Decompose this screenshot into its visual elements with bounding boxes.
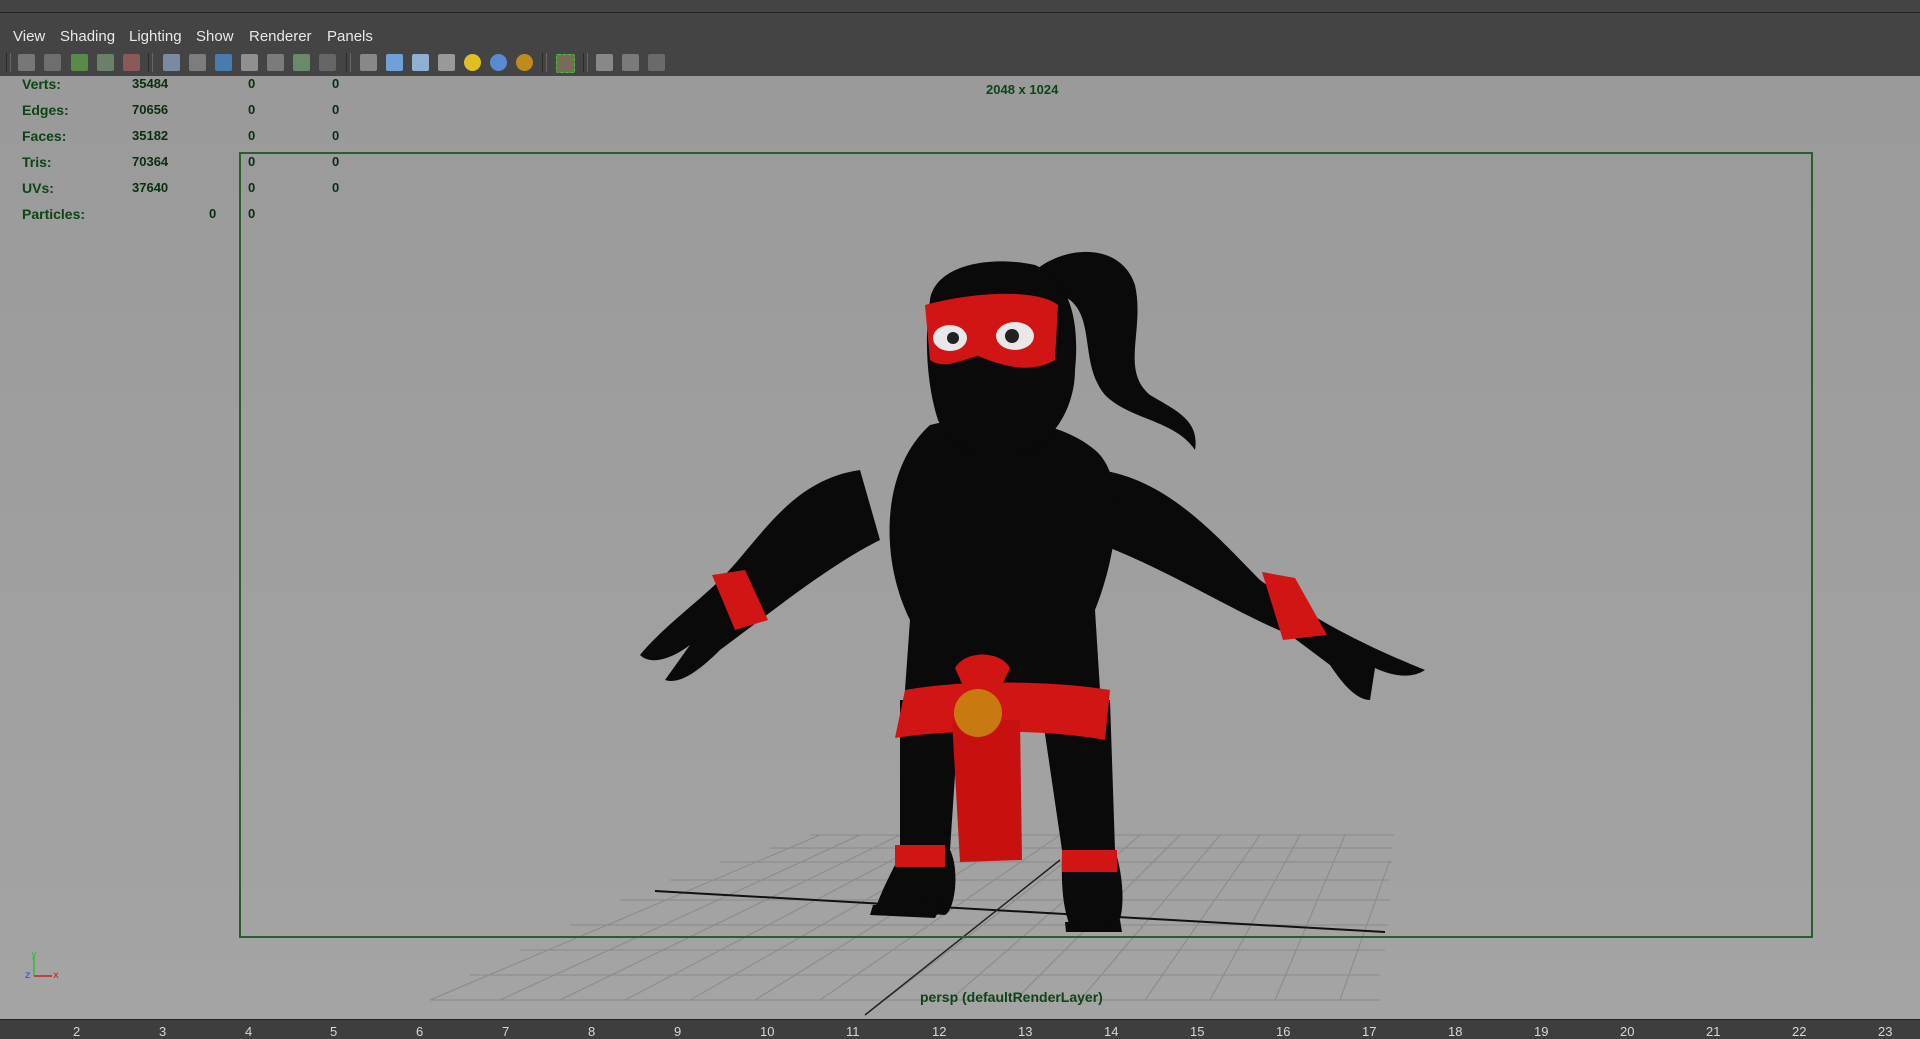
bookmarks-icon[interactable] [71,54,88,71]
shaded-wireframe-icon[interactable] [412,54,429,71]
hud-uvs-value: 37640 [132,180,169,195]
toolbar-separator [148,53,153,72]
wireframe-icon[interactable] [360,54,377,71]
2d-pan-zoom-icon[interactable] [123,54,140,71]
smooth-shade-icon[interactable] [386,54,403,71]
ruler-tick: 12 [932,1024,947,1039]
ruler-tick: 13 [1018,1024,1033,1039]
ruler-tick: 7 [502,1024,510,1039]
panel-toolbar [0,49,1920,77]
hud-faces-value: 35182 [132,128,169,143]
shadows-icon[interactable] [516,54,533,71]
hud-uvs-label: UVs: [22,180,54,196]
menu-renderer[interactable]: Renderer [249,28,312,45]
toolbar-separator [583,53,588,72]
hud-particles-label: Particles: [22,206,86,222]
field-chart-icon[interactable] [267,54,284,71]
menu-panels[interactable]: Panels [327,28,373,45]
resolution-gate-icon[interactable] [215,54,232,71]
menu-view[interactable]: View [13,28,45,45]
svg-text:z: z [25,970,30,980]
ruler-tick: 15 [1190,1024,1205,1039]
view-axis-icon: y x z [25,950,59,980]
xray-components-icon[interactable] [648,54,665,71]
safe-title-icon[interactable] [319,54,336,71]
film-gate-icon[interactable] [189,54,206,71]
camera-name-label: persp (defaultRenderLayer) [920,989,1103,1005]
hud-faces-triangle: 0 [332,128,340,143]
hud-tris-label: Tris: [22,154,52,170]
hud-tris-value: 70364 [132,154,169,169]
ruler-tick: 8 [588,1024,596,1039]
ruler-tick: 3 [159,1024,167,1039]
ruler-tick: 5 [330,1024,338,1039]
hud-edges-value: 70656 [132,102,169,117]
ruler-tick: 18 [1448,1024,1463,1039]
ruler-tick: 17 [1362,1024,1377,1039]
gate-mask-icon[interactable] [241,54,258,71]
ruler-tick: 20 [1620,1024,1635,1039]
xray-icon[interactable] [596,54,613,71]
toolbar-separator [6,53,11,72]
select-camera-icon[interactable] [18,54,35,71]
all-lights-icon[interactable] [490,54,507,71]
ruler-tick: 21 [1706,1024,1721,1039]
hud-edges-label: Edges: [22,102,69,118]
ruler-tick: 4 [245,1024,253,1039]
camera-attributes-icon[interactable] [44,54,61,71]
svg-text:x: x [53,970,59,980]
resolution-gate-frame [239,152,1813,938]
ruler-tick: 22 [1792,1024,1807,1039]
hud-verts-triangle: 0 [332,76,340,91]
image-plane-icon[interactable] [97,54,114,71]
ruler-tick: 11 [846,1024,860,1039]
hud-particles-value: 0 [209,206,217,221]
ruler-tick: 2 [73,1024,81,1039]
ruler-tick: 23 [1878,1024,1893,1039]
isolate-select-icon[interactable] [556,54,575,73]
window-top-strip [0,0,1920,25]
ruler-tick: 19 [1534,1024,1549,1039]
ruler-tick: 10 [760,1024,775,1039]
svg-text:y: y [31,950,37,960]
ruler-tick: 14 [1104,1024,1119,1039]
panel-menubar: View Shading Lighting Show Renderer Pane… [0,24,1920,49]
default-light-icon[interactable] [464,54,481,71]
hud-faces-label: Faces: [22,128,67,144]
resolution-gate-label: 2048 x 1024 [986,82,1059,97]
ruler-tick: 16 [1276,1024,1291,1039]
hud-verts-label: Verts: [22,76,61,92]
hud-verts-selected: 0 [248,76,256,91]
safe-action-icon[interactable] [293,54,310,71]
menu-lighting[interactable]: Lighting [129,28,182,45]
grid-icon[interactable] [163,54,180,71]
hud-faces-selected: 0 [248,128,256,143]
hud-verts-value: 35484 [132,76,169,91]
menu-shading[interactable]: Shading [60,28,115,45]
ruler-tick: 6 [416,1024,424,1039]
hud-edges-selected: 0 [248,102,256,117]
menu-show[interactable]: Show [196,28,234,45]
hud-edges-triangle: 0 [332,102,340,117]
xray-joints-icon[interactable] [622,54,639,71]
toolbar-separator [346,53,351,72]
toolbar-separator [542,53,547,72]
textured-icon[interactable] [438,54,455,71]
ruler-tick: 9 [674,1024,682,1039]
time-ruler[interactable]: 2 3 4 5 6 7 8 9 10 11 12 13 14 15 16 17 … [0,1019,1920,1039]
